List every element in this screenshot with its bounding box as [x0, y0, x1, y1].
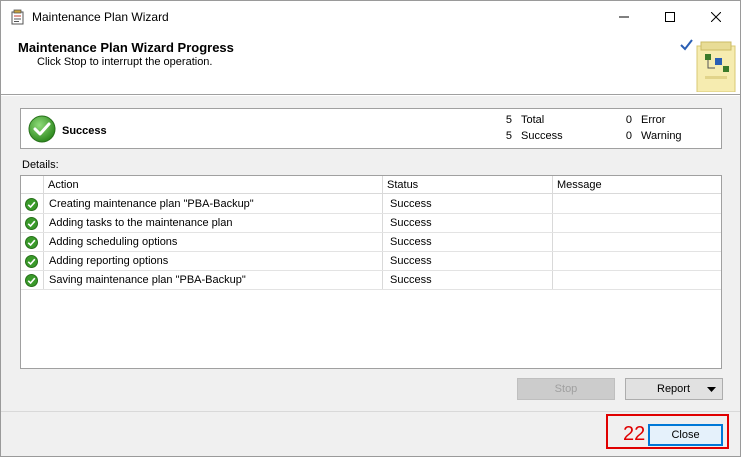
title-bar: Maintenance Plan Wizard — [1, 1, 740, 32]
window-title: Maintenance Plan Wizard — [32, 10, 169, 24]
page-subtitle: Click Stop to interrupt the operation. — [37, 56, 213, 68]
close-icon — [711, 11, 721, 22]
column-header-message[interactable]: Message — [557, 179, 602, 191]
footer-divider — [1, 411, 740, 412]
warning-count: 0 — [625, 130, 632, 142]
row-status: Success — [390, 236, 432, 248]
wizard-window: Maintenance Plan Wizard Maintenance Plan… — [0, 0, 741, 457]
report-button-label: Report — [657, 383, 691, 395]
maximize-icon — [665, 11, 675, 22]
column-header-status[interactable]: Status — [387, 179, 418, 191]
app-icon — [11, 9, 24, 25]
error-count: 0 — [625, 114, 632, 126]
header-divider-highlight — [1, 95, 740, 96]
column-header-action[interactable]: Action — [48, 179, 79, 191]
total-count: 5 — [505, 114, 512, 126]
table-row[interactable]: Saving maintenance plan "PBA-Backup" Suc… — [21, 271, 721, 290]
row-action: Adding scheduling options — [49, 236, 178, 248]
success-row-icon — [25, 255, 38, 268]
error-label: Error — [641, 114, 666, 126]
success-row-icon — [25, 274, 38, 287]
wizard-banner-icon — [680, 39, 736, 92]
wizard-header: Maintenance Plan Wizard Progress Click S… — [1, 32, 740, 94]
dropdown-arrow-icon — [707, 387, 716, 392]
success-row-icon — [25, 236, 38, 249]
total-label: Total — [521, 114, 545, 126]
table-row[interactable]: Adding scheduling options Success — [21, 233, 721, 252]
annotation-number: 22 — [623, 423, 646, 445]
success-label: Success — [521, 130, 563, 142]
success-row-icon — [25, 217, 38, 230]
row-action: Adding tasks to the maintenance plan — [49, 217, 233, 229]
summary-status: Success — [62, 125, 107, 137]
minimize-button[interactable] — [601, 1, 647, 32]
row-status: Success — [390, 217, 432, 229]
success-row-icon — [25, 198, 38, 211]
report-button[interactable]: Report — [625, 378, 723, 400]
success-icon — [28, 115, 56, 143]
maximize-button[interactable] — [647, 1, 693, 32]
warning-label: Warning — [641, 130, 682, 142]
grid-header: Action Status Message — [21, 176, 721, 194]
row-action: Adding reporting options — [49, 255, 169, 267]
row-status: Success — [390, 255, 432, 267]
details-grid[interactable]: Action Status Message Creating maintenan… — [20, 175, 722, 369]
window-close-button[interactable] — [693, 1, 739, 32]
details-label: Details: — [22, 159, 59, 171]
table-row[interactable]: Creating maintenance plan "PBA-Backup" S… — [21, 195, 721, 214]
summary-panel: Success 5 Total 5 Success 0 Error 0 Warn… — [20, 108, 722, 149]
success-count: 5 — [505, 130, 512, 142]
row-status: Success — [390, 198, 432, 210]
row-status: Success — [390, 274, 432, 286]
row-action: Creating maintenance plan "PBA-Backup" — [49, 198, 254, 210]
table-row[interactable]: Adding tasks to the maintenance plan Suc… — [21, 214, 721, 233]
stop-button[interactable]: Stop — [517, 378, 615, 400]
minimize-icon — [619, 16, 629, 17]
table-row[interactable]: Adding reporting options Success — [21, 252, 721, 271]
page-title: Maintenance Plan Wizard Progress — [18, 40, 234, 55]
stop-button-label: Stop — [554, 383, 578, 395]
row-action: Saving maintenance plan "PBA-Backup" — [49, 274, 246, 286]
